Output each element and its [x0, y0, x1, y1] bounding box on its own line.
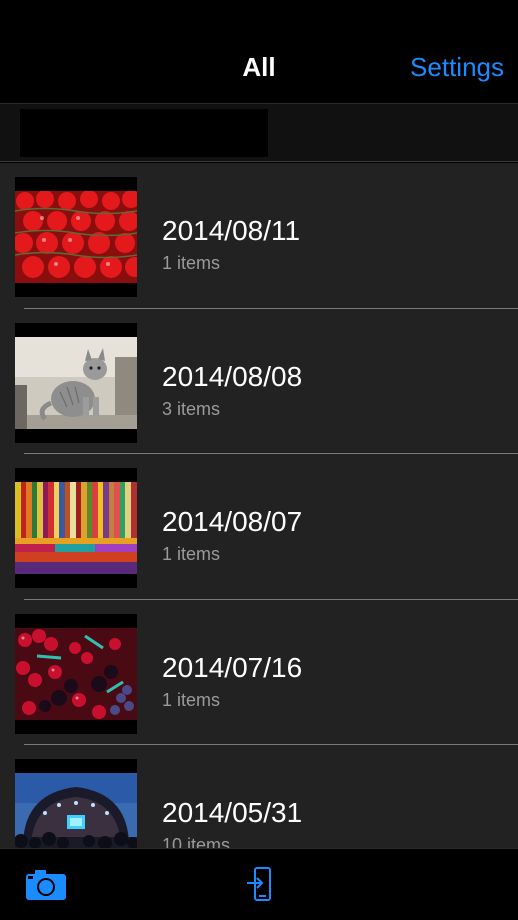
tomatoes-image: [15, 191, 137, 283]
album-date: 2014/08/07: [162, 506, 303, 537]
album-row[interactable]: 2014/05/31 10 items: [0, 745, 518, 848]
album-count: 3 items: [162, 398, 221, 419]
settings-button[interactable]: Settings: [410, 52, 504, 83]
camera-button[interactable]: [24, 868, 68, 902]
import-button[interactable]: [246, 866, 272, 902]
album-thumbnail: [15, 468, 137, 588]
kitten-image: [15, 336, 137, 429]
album-row[interactable]: 2014/08/11 1 items: [0, 163, 518, 309]
album-date: 2014/08/08: [162, 360, 303, 392]
navigation-bar: All Settings: [0, 0, 518, 104]
concert-stage-image: [15, 773, 137, 848]
album-thumbnail: [15, 759, 137, 848]
berries-image: [15, 627, 137, 720]
album-thumbnail: [15, 613, 137, 734]
album-thumbnail: [15, 322, 137, 443]
album-count: 1 items: [162, 689, 221, 710]
sub-bar: [0, 104, 518, 162]
album-count: 1 items: [162, 544, 221, 564]
album-list[interactable]: 2014/08/11 1 items 2014/08/08 3 items 20…: [0, 163, 518, 848]
album-date: 2014/08/11: [162, 215, 301, 246]
album-date: 2014/05/31: [162, 797, 303, 828]
album-date: 2014/07/16: [162, 651, 303, 683]
album-row[interactable]: 2014/08/07 1 items: [0, 454, 518, 600]
camera-icon: [26, 870, 66, 900]
import-icon: [247, 867, 271, 901]
album-row[interactable]: 2014/07/16 1 items: [0, 600, 518, 745]
fabric-rolls-image: [15, 482, 137, 574]
bottom-toolbar: [0, 848, 518, 920]
album-thumbnail: [15, 177, 137, 297]
album-count: 1 items: [162, 253, 221, 273]
ad-banner[interactable]: [20, 109, 268, 157]
album-count: 10 items: [162, 835, 231, 848]
album-row[interactable]: 2014/08/08 3 items: [0, 309, 518, 454]
